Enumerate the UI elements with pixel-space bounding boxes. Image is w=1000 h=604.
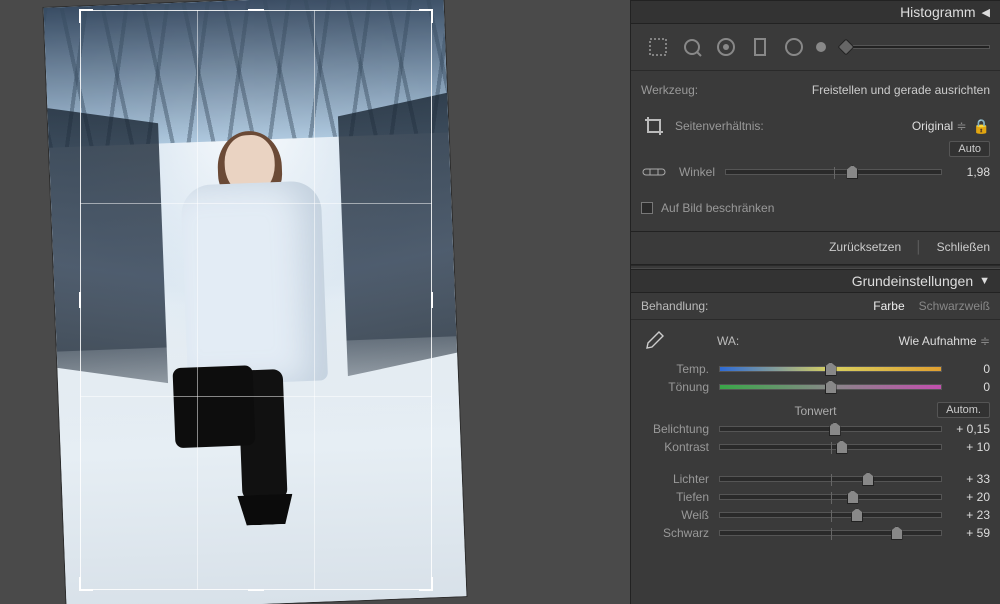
brush-tool-icon[interactable]	[811, 32, 831, 62]
treatment-row: Behandlung: Farbe Schwarzweiß	[631, 293, 1000, 320]
treatment-label: Behandlung:	[641, 299, 708, 313]
crop-tool-actions: Zurücksetzen │ Schließen	[631, 232, 1000, 265]
temp-value[interactable]: 0	[942, 362, 990, 376]
highlights-slider[interactable]	[719, 476, 942, 482]
collapse-down-icon[interactable]: ▼	[979, 275, 990, 287]
crop-handle-bottom-left[interactable]	[79, 577, 93, 591]
whites-value[interactable]: + 23	[942, 508, 990, 522]
basic-body: WA: Wie Aufnahme ≑ Temp. 0 Tönung 0 Tonw…	[631, 320, 1000, 548]
crop-handle-bottom-mid[interactable]	[248, 589, 264, 591]
slider-knob[interactable]	[891, 526, 903, 540]
exposure-label: Belichtung	[641, 422, 719, 436]
tint-value[interactable]: 0	[942, 380, 990, 394]
tool-name: Freistellen und gerade ausrichten	[812, 83, 990, 97]
crop-tool-icon[interactable]	[641, 32, 675, 62]
treatment-color-button[interactable]: Farbe	[873, 299, 904, 313]
level-icon	[641, 161, 667, 183]
aspect-label: Seitenverhältnis:	[675, 119, 764, 133]
treatment-bw-button[interactable]: Schwarzweiß	[919, 299, 990, 313]
develop-panel: Histogramm ◀ Werkzeug: Freistellen und g	[630, 0, 1000, 604]
crop-overlay[interactable]	[80, 10, 432, 590]
wb-label: WA:	[717, 334, 739, 348]
histogram-header[interactable]: Histogramm ◀	[631, 0, 1000, 24]
gradient-tool-icon[interactable]	[743, 32, 777, 62]
blacks-label: Schwarz	[641, 526, 719, 540]
whites-slider[interactable]	[719, 512, 942, 518]
slider-knob[interactable]	[847, 490, 859, 504]
temp-label: Temp.	[641, 362, 719, 376]
tint-slider[interactable]	[719, 384, 942, 390]
shadows-value[interactable]: + 20	[942, 490, 990, 504]
canvas-area[interactable]	[0, 0, 630, 604]
shadows-label: Tiefen	[641, 490, 719, 504]
close-button[interactable]: Schließen	[937, 240, 990, 254]
crop-handle-left-mid[interactable]	[79, 292, 81, 308]
exposure-slider[interactable]	[719, 426, 942, 432]
angle-auto-button[interactable]: Auto	[949, 141, 990, 157]
radial-tool-icon[interactable]	[777, 32, 811, 62]
wb-value[interactable]: Wie Aufnahme ≑	[899, 334, 990, 348]
crop-handle-bottom-right[interactable]	[419, 577, 433, 591]
tool-caption: Werkzeug:	[641, 83, 698, 97]
contrast-slider[interactable]	[719, 444, 942, 450]
angle-slider[interactable]	[725, 169, 942, 175]
crop-handle-right-mid[interactable]	[431, 292, 433, 308]
shadows-slider[interactable]	[719, 494, 942, 500]
reset-button[interactable]: Zurücksetzen	[829, 240, 901, 254]
tone-subheader: Tonwert Autom.	[641, 404, 990, 418]
crop-frame-icon	[641, 115, 667, 137]
highlights-value[interactable]: + 33	[942, 472, 990, 486]
temp-slider[interactable]	[719, 366, 942, 372]
slider-knob[interactable]	[836, 440, 848, 454]
contrast-value[interactable]: + 10	[942, 440, 990, 454]
crop-handle-top-mid[interactable]	[248, 9, 264, 11]
spot-tool-icon[interactable]	[675, 32, 709, 62]
slider-knob[interactable]	[846, 165, 858, 179]
slider-knob[interactable]	[838, 39, 855, 56]
constrain-checkbox[interactable]	[641, 202, 653, 214]
tint-label: Tönung	[641, 380, 719, 394]
crop-grid	[80, 10, 432, 590]
whites-label: Weiß	[641, 508, 719, 522]
blacks-value[interactable]: + 59	[942, 526, 990, 540]
constrain-label: Auf Bild beschränken	[661, 201, 774, 215]
tone-auto-button[interactable]: Autom.	[937, 402, 990, 418]
contrast-label: Kontrast	[641, 440, 719, 454]
tool-strip	[631, 24, 1000, 71]
redeye-tool-icon[interactable]	[709, 32, 743, 62]
collapse-left-icon[interactable]: ◀	[982, 6, 990, 19]
slider-knob[interactable]	[851, 508, 863, 522]
histogram-label: Histogramm	[900, 4, 975, 20]
blacks-slider[interactable]	[719, 530, 942, 536]
highlights-label: Lichter	[641, 472, 719, 486]
slider-knob[interactable]	[825, 362, 837, 376]
brush-size-slider[interactable]	[839, 45, 990, 49]
basic-header-label: Grundeinstellungen	[852, 273, 973, 289]
crop-handle-top-left[interactable]	[79, 9, 93, 23]
basic-header[interactable]: Grundeinstellungen ▼	[631, 269, 1000, 293]
lock-icon[interactable]: 🔒	[973, 118, 990, 135]
angle-value[interactable]: 1,98	[942, 165, 990, 179]
crop-tool-panel: Werkzeug: Freistellen und gerade ausrich…	[631, 71, 1000, 232]
slider-knob[interactable]	[862, 472, 874, 486]
slider-knob[interactable]	[825, 380, 837, 394]
angle-label: Winkel	[675, 165, 725, 179]
exposure-value[interactable]: + 0,15	[942, 422, 990, 436]
eyedropper-icon[interactable]	[641, 330, 667, 352]
aspect-value[interactable]: Original ≑	[912, 119, 967, 133]
crop-handle-top-right[interactable]	[419, 9, 433, 23]
